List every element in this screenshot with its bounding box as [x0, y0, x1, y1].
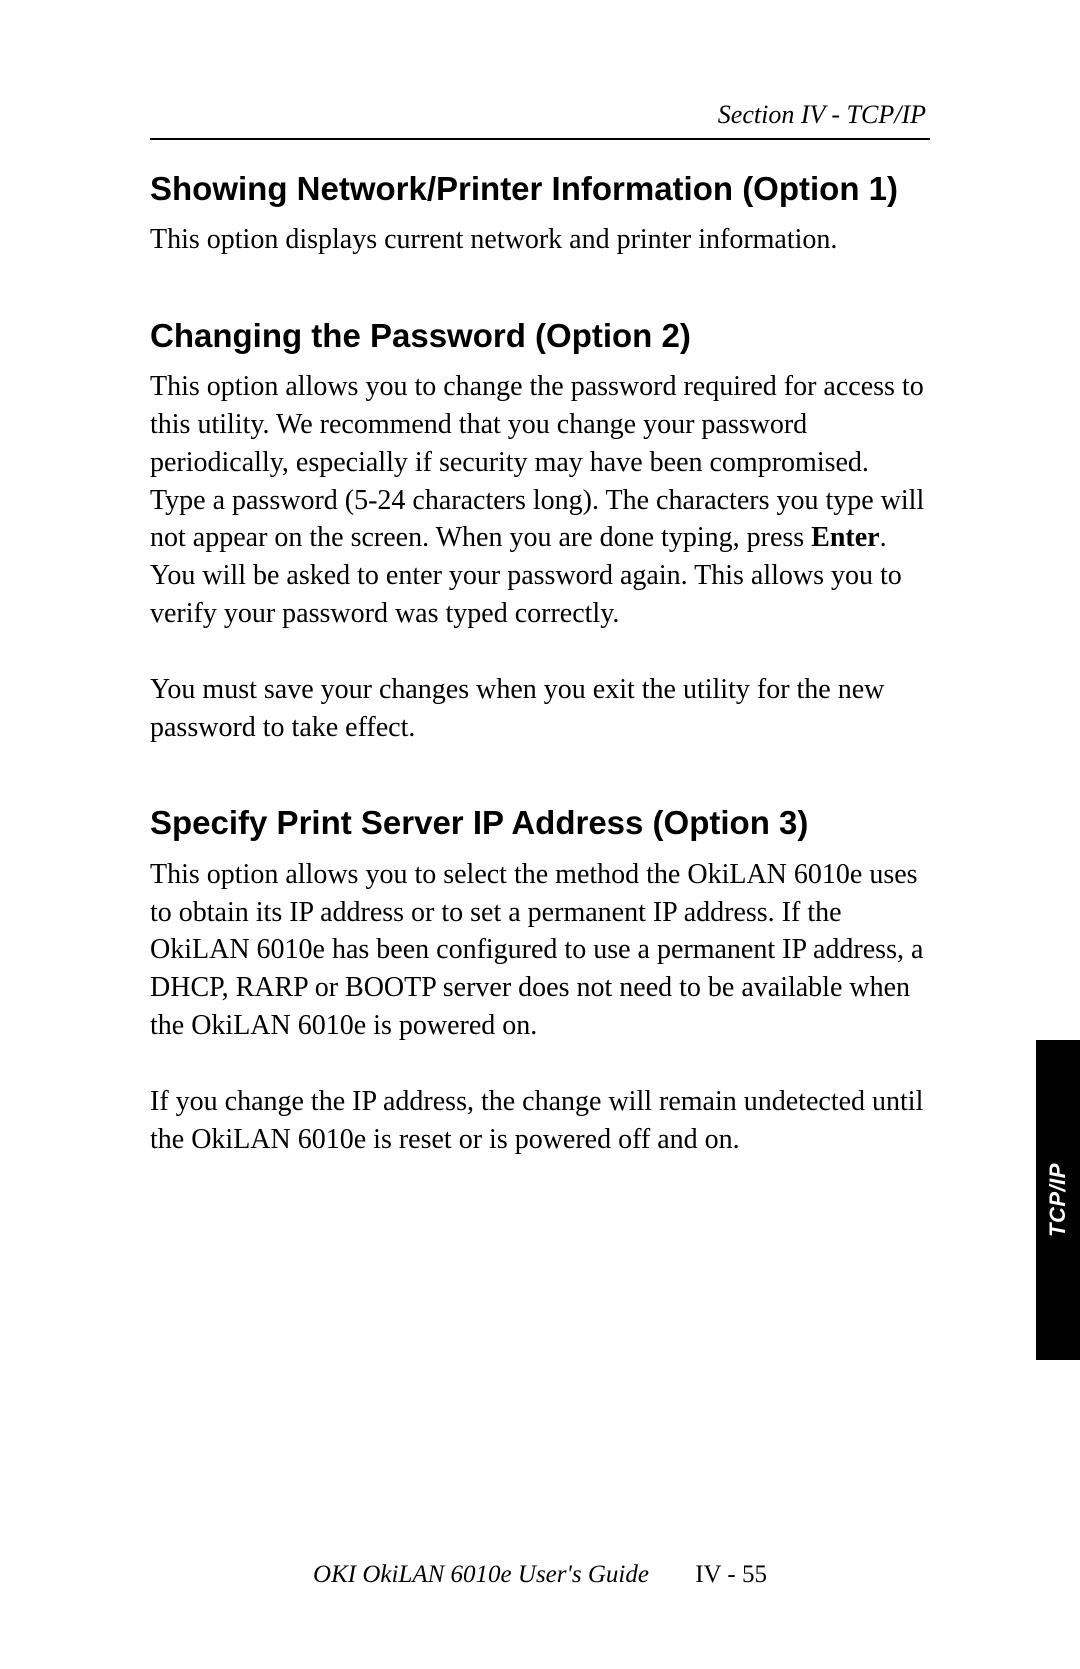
heading-option-3: Specify Print Server IP Address (Option …	[150, 802, 930, 843]
page-footer: OKI OkiLAN 6010e User's Guide IV - 55	[0, 1561, 1080, 1589]
side-tab-label: TCP/IP	[1045, 1163, 1071, 1237]
text-fragment: This option allows you to change the pas…	[150, 371, 924, 553]
footer-page-number: IV - 55	[695, 1561, 767, 1588]
header-rule	[150, 138, 930, 140]
paragraph-option-3-a: This option allows you to select the met…	[150, 856, 930, 1045]
heading-option-2: Changing the Password (Option 2)	[150, 315, 930, 356]
section-header: Section IV - TCP/IP	[150, 100, 930, 130]
paragraph-option-3-b: If you change the IP address, the change…	[150, 1083, 930, 1159]
paragraph-option-2-b: You must save your changes when you exit…	[150, 671, 930, 747]
footer-guide-title: OKI OkiLAN 6010e User's Guide	[313, 1561, 649, 1588]
paragraph-option-2-a: This option allows you to change the pas…	[150, 368, 930, 633]
enter-key-label: Enter	[811, 522, 879, 553]
document-page: Section IV - TCP/IP Showing Network/Prin…	[0, 0, 1080, 1669]
side-tab: TCP/IP	[1036, 1040, 1080, 1360]
heading-option-1: Showing Network/Printer Information (Opt…	[150, 168, 930, 209]
paragraph-option-1: This option displays current network and…	[150, 221, 930, 259]
